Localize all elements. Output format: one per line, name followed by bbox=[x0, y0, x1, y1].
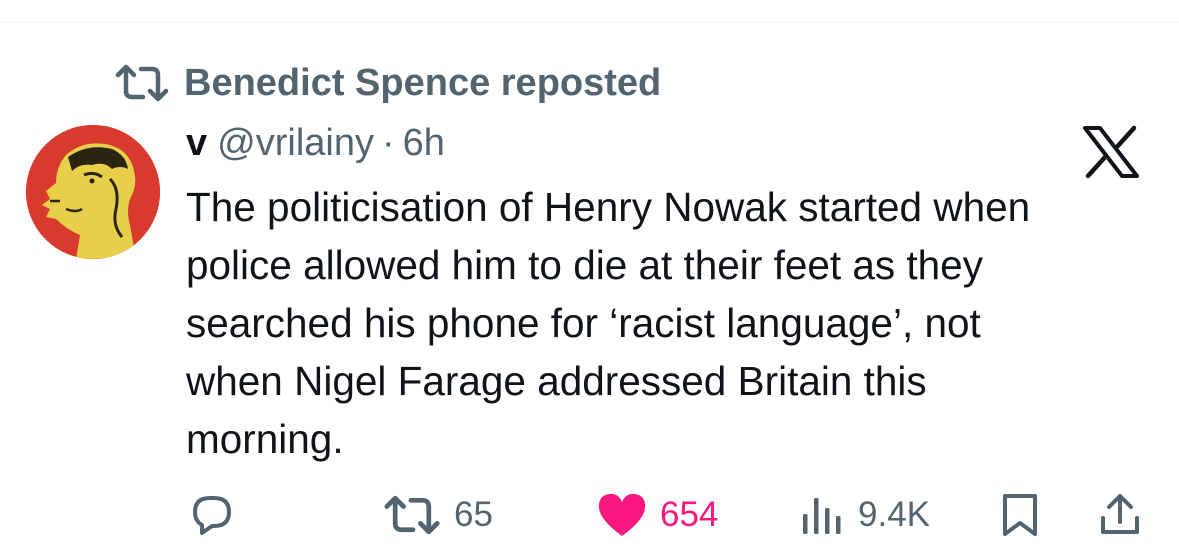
separator-dot: · bbox=[381, 122, 395, 164]
repost-label: Benedict Spence reposted bbox=[184, 61, 662, 104]
views-button[interactable]: 9.4K bbox=[800, 490, 930, 540]
repost-banner[interactable]: Benedict Spence reposted bbox=[114, 58, 661, 108]
share-icon bbox=[1098, 492, 1142, 538]
avatar[interactable] bbox=[26, 125, 160, 259]
bookmark-button[interactable] bbox=[1000, 490, 1040, 540]
heart-icon bbox=[596, 492, 648, 538]
like-button[interactable]: 654 bbox=[596, 490, 718, 540]
repost-icon bbox=[114, 63, 170, 103]
views-count: 9.4K bbox=[858, 495, 930, 534]
top-divider bbox=[0, 22, 1179, 23]
x-logo-icon bbox=[1082, 125, 1140, 179]
views-chart-icon bbox=[800, 494, 846, 536]
reply-icon bbox=[190, 493, 234, 537]
share-button[interactable] bbox=[1098, 490, 1142, 540]
author-name[interactable]: v bbox=[186, 122, 207, 165]
post-text: The politicisation of Henry Nowak starte… bbox=[186, 184, 1031, 462]
post-time[interactable]: 6h bbox=[403, 122, 445, 165]
post-header: v @vrilainy · 6h bbox=[186, 122, 445, 172]
bookmark-icon bbox=[1000, 492, 1040, 538]
reply-button[interactable] bbox=[190, 490, 234, 540]
author-handle[interactable]: @vrilainy bbox=[217, 122, 374, 165]
repost-count: 65 bbox=[454, 495, 493, 534]
like-count: 654 bbox=[660, 495, 719, 534]
repost-button[interactable]: 65 bbox=[382, 490, 493, 540]
repost-icon bbox=[382, 494, 442, 536]
